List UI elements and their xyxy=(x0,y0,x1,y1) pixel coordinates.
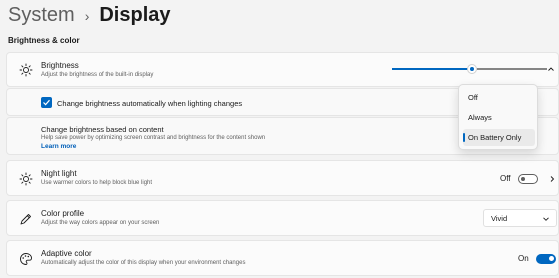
auto-brightness-label: Change brightness automatically when lig… xyxy=(57,99,243,108)
breadcrumb-system-link[interactable]: System xyxy=(8,4,75,27)
color-profile-description: Adjust the way colors appear on your scr… xyxy=(41,220,160,226)
pen-icon xyxy=(20,214,31,225)
color-profile-select[interactable]: Vivid xyxy=(483,209,557,227)
chevron-right-icon[interactable] xyxy=(548,175,556,183)
dropdown-option-on-battery-only[interactable]: On Battery Only xyxy=(463,129,535,146)
dropdown-option-on-battery-only-label: On Battery Only xyxy=(468,133,522,142)
adaptive-color-title: Adaptive color xyxy=(41,249,92,258)
adaptive-color-card: Adaptive color Automatically adjust the … xyxy=(6,240,559,276)
brightness-title: Brightness xyxy=(41,61,79,70)
brightness-slider-track xyxy=(477,68,547,70)
night-light-toggle[interactable] xyxy=(518,174,538,184)
color-profile-title: Color profile xyxy=(41,209,85,218)
night-light-state-label: Off xyxy=(500,174,511,183)
brightness-dropdown-menu: Off Always On Battery Only xyxy=(458,84,538,150)
night-light-title: Night light xyxy=(41,169,77,178)
breadcrumb: System › Display xyxy=(8,4,171,27)
night-light-card[interactable]: Night light Use warmer colors to help bl… xyxy=(6,160,559,196)
color-profile-selected-value: Vivid xyxy=(491,214,508,223)
night-light-sun-icon xyxy=(19,172,33,186)
brightness-card[interactable]: Brightness Adjust the brightness of the … xyxy=(6,52,559,87)
brightness-slider-fill xyxy=(392,68,472,70)
brightness-slider-thumb[interactable] xyxy=(467,64,477,74)
checkmark-icon xyxy=(43,99,50,106)
content-brightness-title: Change brightness based on content xyxy=(41,125,164,134)
chevron-down-icon xyxy=(543,217,549,221)
dropdown-option-off[interactable]: Off xyxy=(463,89,535,106)
learn-more-link[interactable]: Learn more xyxy=(41,143,76,150)
auto-brightness-checkbox[interactable] xyxy=(41,97,52,108)
color-profile-card: Color profile Adjust the way colors appe… xyxy=(6,200,559,236)
color-palette-icon xyxy=(20,253,32,265)
adaptive-color-description: Automatically adjust the color of this d… xyxy=(41,260,246,266)
section-title-brightness-color: Brightness & color xyxy=(8,36,80,45)
night-light-description: Use warmer colors to help block blue lig… xyxy=(41,180,153,186)
page-title: Display xyxy=(99,4,171,26)
breadcrumb-separator: › xyxy=(84,7,90,24)
content-brightness-description: Help save power by optimizing screen con… xyxy=(41,135,266,141)
selected-indicator xyxy=(463,133,465,142)
adaptive-color-state-label: On xyxy=(518,254,529,263)
sun-icon xyxy=(19,63,33,77)
adaptive-color-toggle[interactable] xyxy=(536,254,556,264)
brightness-description: Adjust the brightness of the built-in di… xyxy=(41,72,154,78)
dropdown-option-always[interactable]: Always xyxy=(463,109,535,126)
chevron-up-icon[interactable] xyxy=(547,65,555,73)
